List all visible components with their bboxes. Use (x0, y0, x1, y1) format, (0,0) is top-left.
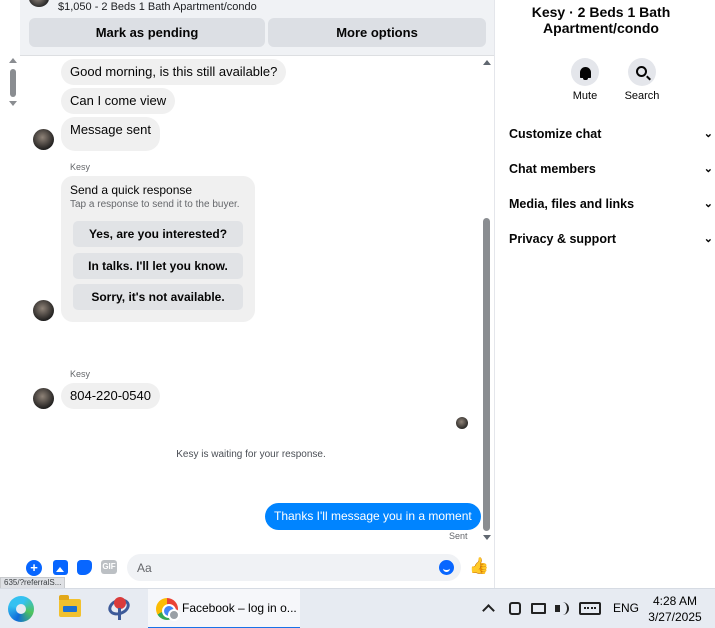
quick-response-option[interactable]: Sorry, it's not available. (73, 284, 243, 310)
section-customize-chat[interactable]: Customize chat ⌄ (509, 123, 715, 145)
sender-name: Kesy (70, 162, 91, 172)
incoming-message: Good morning, is this still available? (61, 59, 287, 85)
search-button[interactable]: Search (612, 58, 672, 102)
listing-thumbnail (29, 0, 49, 7)
chevron-down-icon: ⌄ (703, 233, 713, 245)
clock[interactable]: 4:28 AM 3/27/2025 (646, 593, 704, 625)
listing-title: $1,050 - 2 Beds 1 Bath Apartment/condo (58, 1, 257, 13)
message-input-box[interactable] (127, 554, 461, 581)
sender-avatar[interactable] (33, 129, 54, 150)
scrollbar-thumb[interactable] (10, 69, 16, 97)
emoji-icon[interactable] (439, 560, 454, 575)
sticker-icon[interactable] (77, 560, 92, 575)
chat-info-panel: Kesy · 2 Beds 1 Bath Apartment/condo Mut… (496, 0, 715, 588)
scroll-down-arrow-icon[interactable] (483, 535, 491, 540)
conversation-title: Kesy · 2 Beds 1 Bath Apartment/condo (531, 4, 671, 36)
volume-icon[interactable] (555, 602, 569, 618)
show-hidden-icons-chevron-icon[interactable] (482, 604, 495, 617)
clock-time: 4:28 AM (652, 594, 698, 608)
section-label: Media, files and links (509, 197, 635, 211)
edge-browser-icon[interactable] (8, 596, 34, 622)
quick-response-card: Send a quick response Tap a response to … (61, 176, 255, 322)
incoming-message: Message sent (61, 117, 160, 151)
waiting-notice: Kesy is waiting for your response. (176, 449, 326, 460)
clock-date: 3/27/2025 (648, 610, 702, 624)
pinned-app-icon[interactable] (105, 595, 133, 620)
sender-name: Kesy (70, 369, 91, 379)
mute-label: Mute (572, 90, 598, 102)
plus-circle-icon[interactable]: + (26, 560, 42, 576)
message-composer: + GIF 👍 (20, 548, 494, 588)
mark-as-pending-button[interactable]: Mark as pending (29, 18, 265, 47)
sender-avatar[interactable] (33, 300, 54, 321)
sent-status: Sent (449, 531, 468, 541)
screen: $1,050 - 2 Beds 1 Bath Apartment/condo M… (0, 0, 715, 628)
scroll-up-arrow-icon[interactable] (483, 60, 491, 65)
seen-receipt-avatar (456, 417, 468, 429)
gif-icon[interactable]: GIF (101, 560, 117, 574)
quick-response-option[interactable]: Yes, are you interested? (73, 221, 243, 247)
quick-response-subtitle: Tap a response to send it to the buyer. (70, 199, 240, 210)
incoming-message: Can I come view (61, 88, 176, 114)
chevron-down-icon: ⌄ (703, 163, 713, 175)
section-label: Privacy & support (509, 232, 616, 246)
file-explorer-icon[interactable] (59, 595, 81, 617)
windows-taskbar: Facebook – log in o... ENG 4:28 AM 3/27/… (0, 588, 715, 628)
thumbs-up-icon[interactable]: 👍 (469, 558, 489, 576)
outgoing-message: Thanks I'll message you in a moment (265, 503, 481, 530)
section-label: Chat members (509, 162, 596, 176)
scroll-up-arrow-icon[interactable] (9, 58, 17, 63)
section-chat-members[interactable]: Chat members ⌄ (509, 158, 715, 180)
photo-icon[interactable] (53, 560, 68, 575)
chat-scrollbar[interactable] (481, 57, 494, 545)
chat-window: $1,050 - 2 Beds 1 Bath Apartment/condo M… (20, 0, 495, 588)
section-privacy-support[interactable]: Privacy & support ⌄ (509, 228, 715, 250)
chevron-down-icon: ⌄ (703, 198, 713, 210)
search-icon-circle[interactable] (628, 58, 656, 86)
section-label: Customize chat (509, 127, 602, 141)
message-input[interactable] (137, 559, 427, 576)
quick-response-option[interactable]: In talks. I'll let you know. (73, 253, 243, 279)
location-icon[interactable] (509, 602, 521, 615)
bell-icon (579, 66, 591, 80)
window-title: Facebook – log in o... (182, 601, 297, 615)
chevron-down-icon: ⌄ (703, 128, 713, 140)
profile-badge-icon (168, 609, 180, 621)
search-icon (635, 65, 647, 77)
scroll-down-arrow-icon[interactable] (9, 101, 17, 106)
network-icon[interactable] (531, 603, 546, 614)
search-label: Search (624, 90, 660, 102)
mute-button[interactable]: Mute (555, 58, 615, 102)
more-options-button[interactable]: More options (268, 18, 486, 47)
section-media-files-links[interactable]: Media, files and links ⌄ (509, 193, 715, 215)
taskbar-chrome-window[interactable]: Facebook – log in o... (148, 589, 300, 628)
quick-response-title: Send a quick response (70, 183, 193, 197)
keyboard-icon[interactable] (579, 602, 601, 615)
scrollbar-thumb[interactable] (483, 218, 490, 531)
listing-header: $1,050 - 2 Beds 1 Bath Apartment/condo M… (20, 0, 494, 56)
language-indicator[interactable]: ENG (613, 601, 639, 615)
mute-icon-circle[interactable] (571, 58, 599, 86)
sender-avatar[interactable] (33, 388, 54, 409)
incoming-message: 804-220-0540 (61, 383, 160, 409)
page-scrollbar[interactable] (0, 56, 20, 586)
